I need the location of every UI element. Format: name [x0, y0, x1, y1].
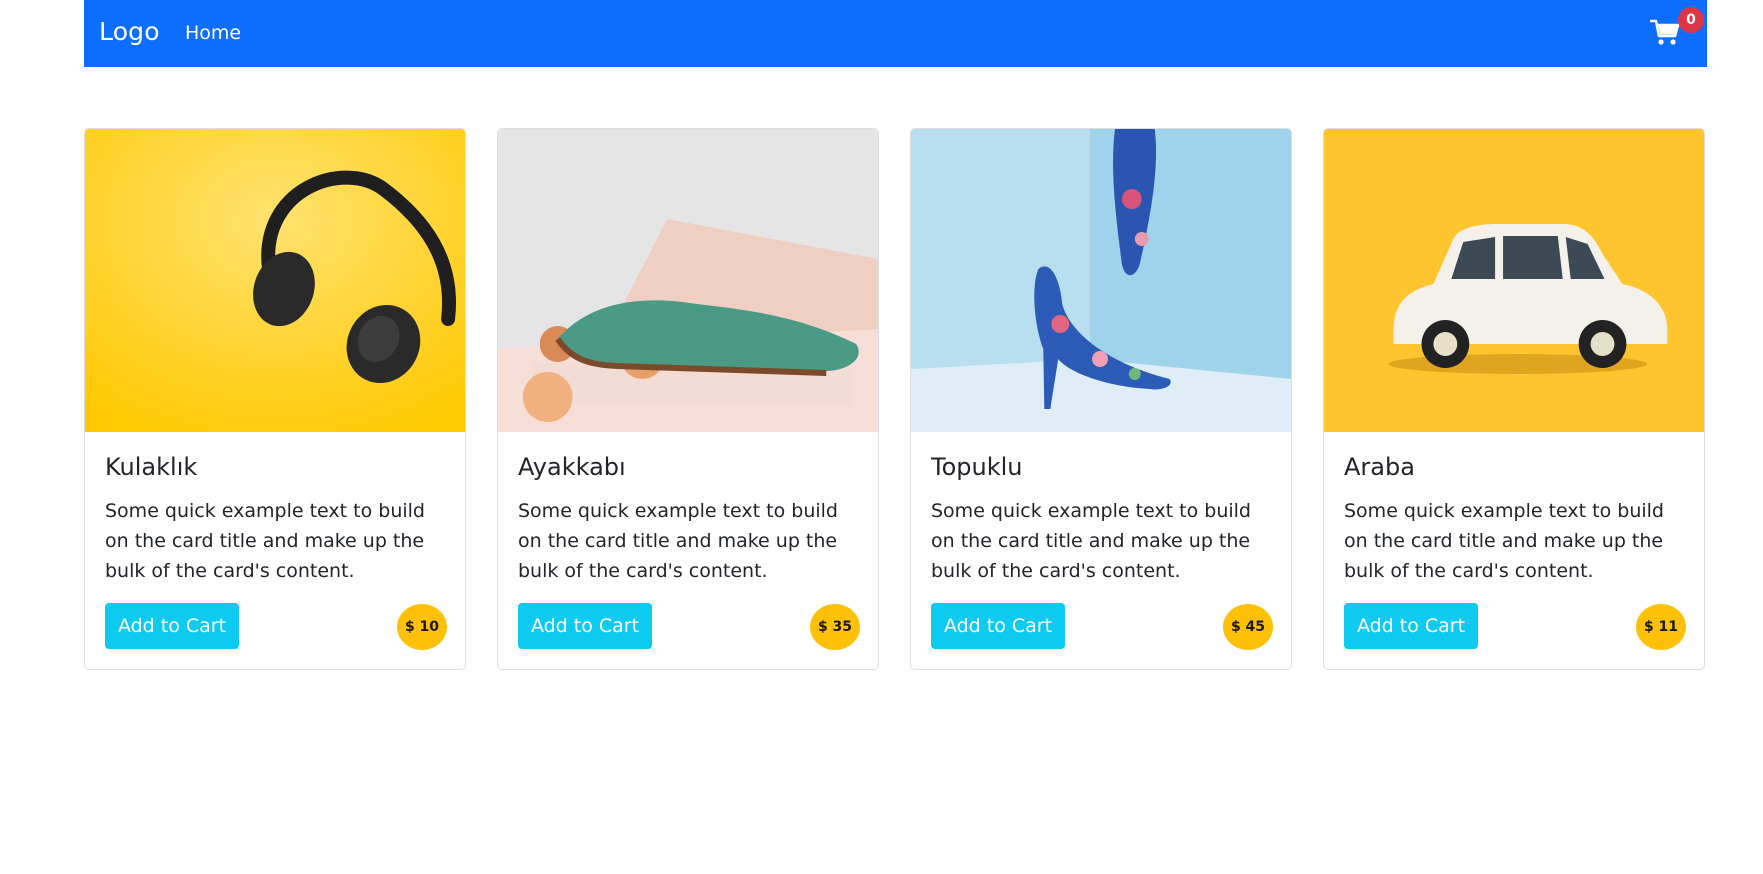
add-to-cart-button[interactable]: Add to Cart: [518, 603, 652, 649]
cart-icon: [1650, 19, 1680, 45]
cart-count-badge: 0: [1678, 7, 1704, 33]
nav-link-home[interactable]: Home: [185, 22, 241, 44]
card-title: Ayakkabı: [518, 453, 626, 481]
toy-car-image: [1324, 129, 1704, 432]
card-text: Some quick example text to build on the …: [518, 500, 838, 582]
price-badge: $ 11: [1636, 604, 1686, 650]
top-navbar: Logo Home 0: [84, 0, 1707, 67]
product-card: Araba Some quick example text to build o…: [1323, 128, 1705, 670]
add-to-cart-button[interactable]: Add to Cart: [931, 603, 1065, 649]
card-title: Topuklu: [931, 453, 1023, 481]
card-title: Araba: [1344, 453, 1415, 481]
card-text: Some quick example text to build on the …: [931, 500, 1251, 582]
card-text: Some quick example text to build on the …: [105, 500, 425, 582]
price-badge: $ 35: [810, 604, 860, 650]
brand-logo[interactable]: Logo: [99, 17, 160, 46]
add-to-cart-button[interactable]: Add to Cart: [1344, 603, 1478, 649]
card-text: Some quick example text to build on the …: [1344, 500, 1664, 582]
product-card: Ayakkabı Some quick example text to buil…: [497, 128, 879, 670]
add-to-cart-button[interactable]: Add to Cart: [105, 603, 239, 649]
price-badge: $ 45: [1223, 604, 1273, 650]
card-title: Kulaklık: [105, 453, 198, 481]
headphones-image: [85, 129, 465, 432]
product-card: Kulaklık Some quick example text to buil…: [84, 128, 466, 670]
product-card: Topuklu Some quick example text to build…: [910, 128, 1292, 670]
shoe-image: [498, 129, 878, 432]
price-badge: $ 10: [397, 604, 447, 650]
high-heel-image: [911, 129, 1291, 432]
cart-button[interactable]: [1650, 18, 1680, 46]
